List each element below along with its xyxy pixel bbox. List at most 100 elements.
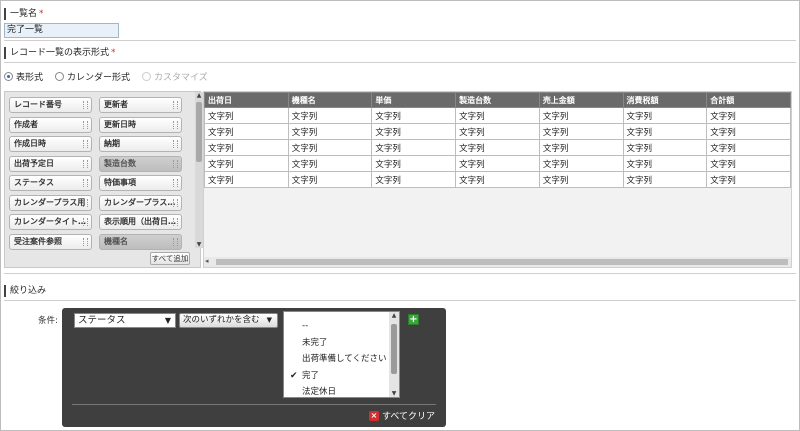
field-chip[interactable]: 作成者 [9, 116, 92, 133]
preview-body: 文字列 文字列 文字列 文字列 文字列 文字列 文字列 文字列 文字列 文字列 文字列 文字列 文字列文… [204, 107, 791, 188]
list-name-input[interactable]: 完了一覧 [4, 23, 119, 38]
value-option[interactable]: 法定休日 [284, 384, 389, 400]
field-chip[interactable]: 更新日時 [99, 116, 182, 133]
drag-handle-icon[interactable] [83, 218, 88, 226]
divider [4, 273, 796, 274]
add-all-button[interactable]: すべて追加 [150, 252, 190, 265]
drag-handle-icon[interactable] [173, 120, 178, 129]
value-option[interactable]: -- [284, 318, 389, 334]
condition-label: 条件: [38, 316, 58, 326]
radio-calendar-format[interactable]: カレンダー形式 [55, 70, 130, 83]
field-chip[interactable]: 製造台数 [99, 155, 182, 172]
value-option[interactable]: 出荷準備してください [284, 351, 389, 367]
operator-select[interactable]: 次のいずれかを含む ▼ [179, 313, 278, 328]
scroll-thumb[interactable] [196, 102, 202, 162]
field-select[interactable]: ステータス ▼ [74, 313, 176, 328]
radio-icon[interactable] [55, 71, 65, 81]
field-chip[interactable]: 更新者 [99, 97, 182, 113]
drag-handle-icon[interactable] [83, 140, 88, 148]
check-icon: ✔ [290, 370, 298, 381]
preview-column-header: 単価 [371, 92, 457, 108]
drag-handle-icon[interactable] [83, 101, 88, 109]
field-chip[interactable]: 機種名 [99, 233, 182, 250]
field-chip-label: 表示順用（出荷日… [104, 217, 176, 226]
field-chip-label: カレンダープラス用 [14, 197, 86, 207]
field-chip-label: 製造台数 [104, 158, 136, 168]
drag-handle-icon[interactable] [83, 237, 88, 246]
field-chip[interactable]: ステータス [9, 175, 92, 191]
preview-column-header: 製造台数 [455, 92, 540, 108]
preview-column-header: 売上金額 [538, 92, 624, 108]
divider [4, 62, 796, 63]
table-cell: 文字列 [706, 155, 791, 172]
drag-handle-icon[interactable] [83, 120, 88, 129]
listbox-scrollbar[interactable]: ▲ ▼ [389, 312, 399, 397]
drag-handle-icon[interactable] [83, 198, 88, 207]
scroll-thumb[interactable] [216, 259, 788, 265]
drag-handle-icon[interactable] [83, 179, 88, 187]
table-cell: 文字列 [287, 123, 373, 140]
table-cell: 文字列 [455, 139, 540, 156]
table-cell: 文字列 [204, 139, 289, 156]
field-chip[interactable]: カレンダープラス用 [9, 194, 92, 211]
palette-scrollbar[interactable]: ▲ ▼ [195, 92, 203, 248]
list-preview: 出荷日 機種名 単価 製造台数 売上金額 消費税額 合計額 文字列 文字列 文字列 文字列 文字列文… [203, 91, 792, 268]
clear-all-button[interactable]: × すべてクリア [369, 409, 435, 422]
preview-hscrollbar[interactable]: ◂ [204, 257, 791, 267]
drag-handle-icon[interactable] [173, 237, 178, 246]
field-chip[interactable]: 表示順用（出荷日… [99, 214, 182, 230]
table-cell: 文字列 [204, 123, 289, 140]
drag-handle-icon[interactable] [173, 140, 178, 148]
scroll-down-icon[interactable]: ▼ [195, 241, 203, 248]
table-cell: 文字列 [204, 155, 289, 172]
clear-icon: × [369, 410, 379, 421]
table-cell: 文字列 [204, 107, 289, 124]
value-option[interactable]: 未完了 [284, 335, 389, 351]
field-palette: レコード番号 更新者 作成者 更新日時作成日時 納期 出荷予定日 製造台数ステータス 特価事項… [4, 91, 203, 268]
table-cell: 文字列 [371, 123, 457, 140]
scroll-up-icon[interactable]: ▲ [389, 312, 399, 319]
value-option-label: 未完了 [302, 337, 328, 348]
field-chip[interactable]: 納期 [99, 136, 182, 152]
table-row: 文字列 文字列 文字列 文字列 文字列 文字列 文字列 [204, 171, 791, 188]
required-mark: * [39, 9, 44, 19]
required-mark: * [111, 48, 116, 58]
preview-column-header: 合計額 [706, 92, 791, 108]
drag-handle-icon[interactable] [173, 101, 178, 109]
field-chip[interactable]: 受注案件参照 [9, 233, 92, 250]
list-name-label: 一覧名 * [4, 8, 44, 20]
radio-selected-icon[interactable] [4, 71, 13, 81]
table-cell: 文字列 [622, 139, 708, 156]
drag-handle-icon[interactable] [173, 198, 178, 207]
scroll-down-icon[interactable]: ▼ [389, 390, 399, 397]
divider [72, 404, 436, 405]
field-chip[interactable]: レコード番号 [9, 97, 92, 113]
add-condition-button[interactable]: + [408, 314, 419, 325]
field-chip[interactable]: カレンダープラス… [99, 194, 182, 211]
value-option-label: -- [302, 321, 309, 331]
table-cell: 文字列 [287, 107, 373, 124]
field-chip-label: レコード番号 [14, 100, 62, 109]
table-cell: 文字列 [455, 123, 540, 140]
field-chip[interactable]: 出荷予定日 [9, 155, 92, 172]
radio-table-format[interactable]: 表形式 [4, 70, 43, 83]
field-chip[interactable]: カレンダータイト… [9, 214, 92, 230]
field-chip-label: 更新日時 [104, 119, 136, 129]
field-chip[interactable]: 特価事項 [99, 175, 182, 191]
radio-customize-format: カスタマイズ [142, 70, 208, 83]
value-option[interactable]: ✔ 完了 [284, 368, 389, 384]
drag-handle-icon[interactable] [173, 218, 178, 226]
table-cell: 文字列 [371, 155, 457, 172]
scroll-thumb[interactable] [391, 324, 397, 374]
field-chip[interactable]: 作成日時 [9, 136, 92, 152]
field-chip-label: カレンダータイト… [14, 217, 86, 226]
table-cell: 文字列 [622, 107, 708, 124]
field-chip-label: 機種名 [104, 236, 128, 246]
drag-handle-icon[interactable] [173, 159, 178, 168]
value-listbox[interactable]: -- 未完了出荷準備してください ✔ 完了 法定休日 ▲ ▼ [283, 311, 400, 398]
scroll-up-icon[interactable]: ▲ [195, 92, 203, 99]
drag-handle-icon[interactable] [173, 179, 178, 187]
table-cell: 文字列 [371, 171, 457, 188]
scroll-left-icon[interactable]: ◂ [205, 257, 209, 265]
drag-handle-icon[interactable] [83, 159, 88, 168]
